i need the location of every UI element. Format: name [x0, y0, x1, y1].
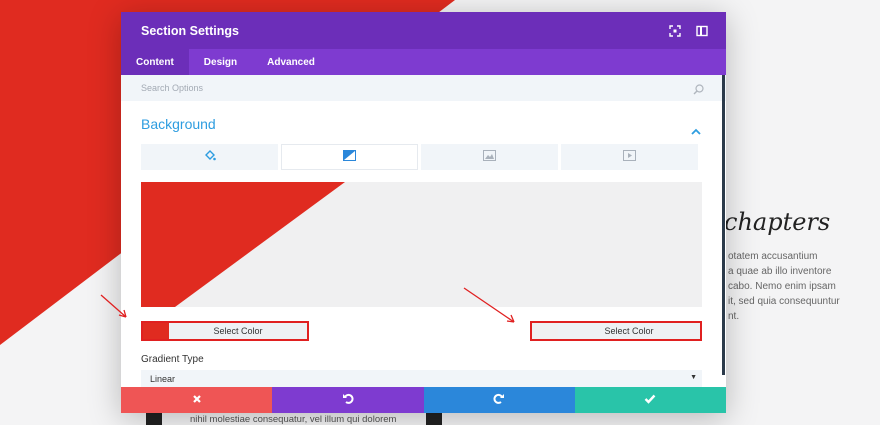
save-button[interactable] [574, 387, 726, 413]
close-icon [192, 391, 202, 409]
color-swatch [143, 323, 169, 339]
paragraph-line: nt. [728, 311, 740, 322]
bg-tab-image[interactable] [421, 144, 558, 170]
background-dark-block [146, 412, 162, 425]
gradient-type-value: Linear [150, 373, 176, 384]
annotation-arrow [463, 287, 515, 323]
tab-content[interactable]: Content [121, 49, 189, 75]
modal-title: Section Settings [141, 23, 239, 38]
modal-tabs: Content Design Advanced [121, 49, 726, 75]
tab-design[interactable]: Design [189, 49, 252, 75]
scrollbar[interactable] [722, 75, 725, 375]
gradient-preview-fill [141, 182, 345, 307]
gradient-icon [343, 148, 356, 166]
select-color-label: Select Color [169, 323, 307, 339]
paint-bucket-icon [204, 148, 216, 166]
gradient-end-color-picker[interactable]: Select Color [530, 321, 702, 341]
gradient-start-color-picker[interactable]: Select Color [141, 321, 309, 341]
section-title: Background [141, 116, 216, 132]
video-icon [623, 148, 636, 166]
modal-header: Section Settings [121, 12, 726, 49]
bg-tab-gradient[interactable] [281, 144, 418, 170]
undo-button[interactable] [272, 387, 424, 413]
chevron-up-icon[interactable] [691, 122, 701, 140]
paragraph-line: cabo. Nemo enim ipsam [728, 281, 836, 292]
redo-icon [493, 391, 505, 409]
undo-icon [342, 391, 354, 409]
check-icon [644, 391, 656, 409]
dropdown-caret-icon: ▼ [690, 374, 697, 381]
fullscreen-icon[interactable] [669, 24, 681, 37]
sidebar-toggle-icon[interactable] [696, 24, 708, 37]
paragraph-line: otatem accusantium [728, 251, 818, 262]
gradient-type-select[interactable]: Linear ▼ [141, 370, 702, 387]
section-settings-modal: Section Settings Content Design Advanced… [121, 12, 726, 413]
select-color-label: Select Color [558, 323, 700, 339]
background-section-header[interactable]: Background [141, 116, 216, 134]
gradient-type-label: Gradient Type [141, 354, 204, 365]
annotation-arrow [100, 294, 127, 318]
bg-tab-color[interactable] [141, 144, 278, 170]
background-paragraph: otatem accusantium a quae ab illo invent… [728, 249, 878, 324]
bg-tab-video[interactable] [561, 144, 698, 170]
gradient-preview [141, 182, 702, 307]
background-type-tabs [141, 144, 698, 170]
discard-button[interactable] [121, 387, 273, 413]
tab-advanced[interactable]: Advanced [252, 49, 330, 75]
search-bar [121, 75, 726, 101]
search-icon[interactable] [693, 82, 704, 100]
redo-button[interactable] [423, 387, 575, 413]
paragraph-line: it, sed quia consequuntur [728, 296, 840, 307]
color-swatch [532, 323, 558, 339]
background-bottom-text: nihil molestiae consequatur, vel illum q… [190, 414, 397, 425]
background-heading: chapters [724, 208, 831, 236]
image-icon [483, 148, 496, 166]
background-dark-block [426, 412, 442, 425]
modal-footer [121, 387, 726, 413]
search-input[interactable] [141, 83, 661, 93]
paragraph-line: a quae ab illo inventore [728, 266, 832, 277]
